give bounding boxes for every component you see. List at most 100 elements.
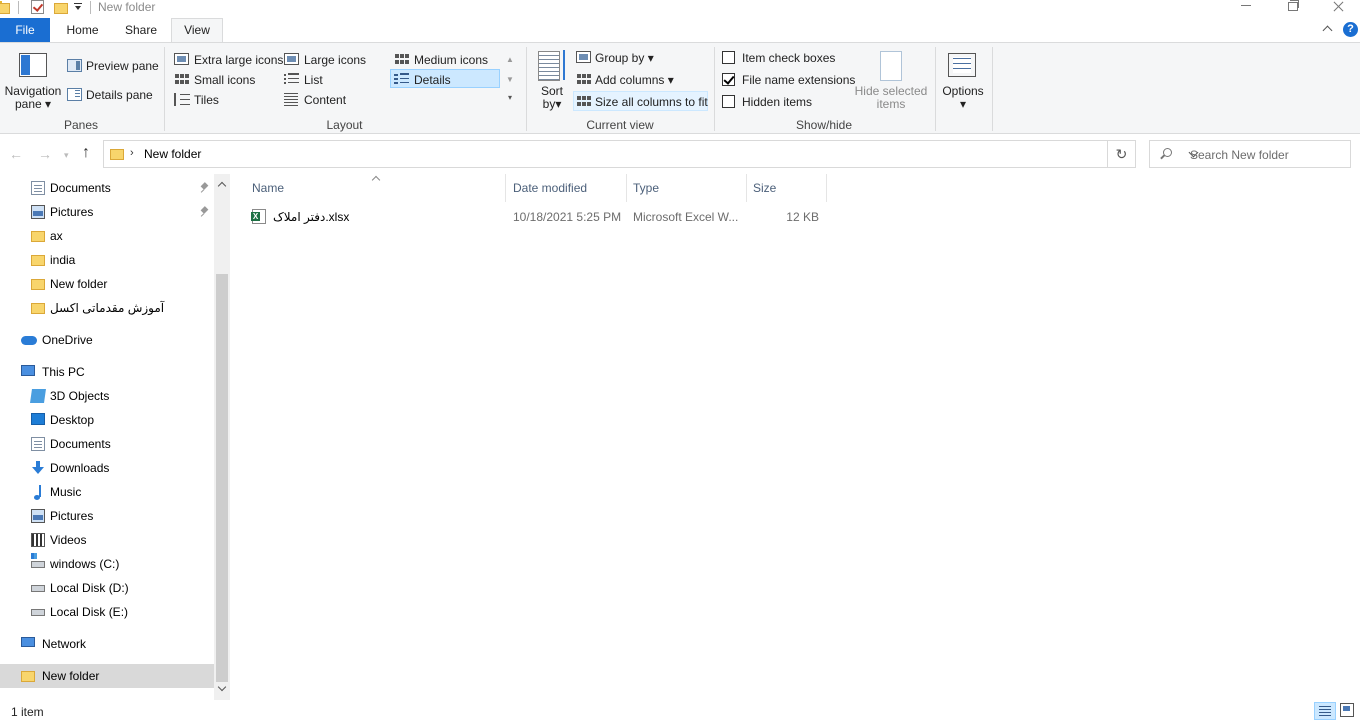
group-by-button[interactable]: Group by ▾ bbox=[595, 51, 654, 65]
music-icon bbox=[31, 485, 45, 500]
recent-locations-chevron-icon[interactable]: ▾ bbox=[64, 150, 69, 161]
file-name-extensions-checkbox[interactable] bbox=[722, 73, 735, 86]
nav-item-current-folder[interactable]: New folder bbox=[0, 664, 214, 688]
tab-home[interactable]: Home bbox=[55, 18, 110, 42]
layout-large-icons[interactable]: Large icons bbox=[304, 53, 366, 67]
hide-selected-items-button[interactable]: Hide selected items bbox=[852, 85, 930, 111]
address-row: ← → ▾ ↑ › New folder ↻ Search New folder bbox=[0, 134, 1360, 174]
large-icons-view-button[interactable] bbox=[1340, 703, 1354, 717]
nav-item-label: New folder bbox=[50, 277, 108, 291]
layout-extra-large-icons[interactable]: Extra large icons bbox=[194, 53, 283, 67]
nav-item-label: Music bbox=[50, 485, 82, 499]
breadcrumb-current[interactable]: New folder bbox=[144, 147, 201, 161]
videos-icon bbox=[31, 533, 45, 547]
nav-item-local-disk-e[interactable]: Local Disk (E:) bbox=[0, 600, 214, 624]
preview-pane-button[interactable]: Preview pane bbox=[86, 59, 159, 73]
minimize-ribbon-icon[interactable] bbox=[1322, 23, 1334, 35]
layout-small-icons[interactable]: Small icons bbox=[194, 73, 255, 87]
nav-item-ax[interactable]: ax bbox=[0, 224, 214, 248]
drive-icon bbox=[31, 585, 45, 592]
navigation-scrollbar[interactable] bbox=[214, 174, 230, 700]
nav-item-network[interactable]: Network bbox=[0, 632, 214, 656]
layout-medium-icons[interactable]: Medium icons bbox=[414, 53, 488, 67]
sort-by-icon[interactable] bbox=[538, 50, 565, 81]
back-arrow-icon[interactable]: ← bbox=[9, 146, 23, 162]
column-header-date-modified[interactable]: Date modified bbox=[507, 174, 627, 202]
nav-item-label: Network bbox=[42, 637, 87, 651]
details-view-button[interactable] bbox=[1314, 702, 1336, 720]
restore-button[interactable] bbox=[1270, 0, 1316, 14]
tab-share[interactable]: Share bbox=[115, 18, 167, 42]
scroll-up-icon[interactable] bbox=[218, 180, 226, 188]
nav-item-desktop[interactable]: Desktop bbox=[0, 408, 214, 432]
size-all-columns-button[interactable]: Size all columns to fit bbox=[595, 95, 708, 109]
layout-content[interactable]: Content bbox=[304, 93, 346, 107]
title-bar: New folder bbox=[0, 0, 1360, 18]
nav-item-local-disk-d[interactable]: Local Disk (D:) bbox=[0, 576, 214, 600]
nav-item-downloads[interactable]: Downloads bbox=[0, 456, 214, 480]
layout-list[interactable]: List bbox=[304, 73, 323, 87]
nav-item-label: Documents bbox=[50, 181, 111, 195]
layout-details[interactable]: Details bbox=[414, 73, 451, 87]
nav-item-pictures[interactable]: Pictures bbox=[0, 504, 214, 528]
nav-item-3d-objects[interactable]: 3D Objects bbox=[0, 384, 214, 408]
sort-by-label-line2: by▾ bbox=[542, 97, 562, 111]
nav-item-videos[interactable]: Videos bbox=[0, 528, 214, 552]
address-bar[interactable]: › New folder bbox=[103, 140, 1108, 168]
customize-quick-access-dropdown-icon[interactable] bbox=[74, 3, 82, 11]
scrollbar-thumb[interactable] bbox=[216, 274, 228, 682]
options-icon[interactable] bbox=[948, 53, 976, 77]
layout-scroll-down-icon[interactable]: ▼ bbox=[505, 76, 515, 84]
minimize-button[interactable] bbox=[1224, 0, 1270, 14]
navigation-pane-icon[interactable] bbox=[19, 53, 47, 77]
small-icons-icon bbox=[174, 73, 189, 86]
nav-item-india[interactable]: india bbox=[0, 248, 214, 272]
file-row[interactable]: دفتر املاک.xlsx 10/18/2021 5:25 PM Micro… bbox=[246, 206, 828, 228]
add-columns-button[interactable]: Add columns ▾ bbox=[595, 73, 674, 87]
nav-item-onedrive[interactable]: OneDrive bbox=[0, 328, 214, 352]
layout-tiles[interactable]: Tiles bbox=[194, 93, 219, 107]
options-button[interactable]: Options ▾ bbox=[938, 85, 988, 111]
layout-scroll-up-icon[interactable]: ▲ bbox=[505, 56, 515, 64]
details-pane-button[interactable]: Details pane bbox=[86, 88, 153, 102]
folder-icon bbox=[31, 301, 45, 315]
nav-item-documents-pinned[interactable]: Documents bbox=[0, 176, 214, 200]
pin-icon[interactable] bbox=[201, 183, 209, 192]
properties-quick-access-icon[interactable] bbox=[31, 0, 44, 14]
item-count: 1 item bbox=[11, 705, 44, 719]
new-folder-quick-access-icon[interactable] bbox=[54, 1, 68, 14]
nav-item-pictures-pinned[interactable]: Pictures bbox=[0, 200, 214, 224]
pin-icon[interactable] bbox=[201, 207, 209, 216]
nav-item-documents[interactable]: Documents bbox=[0, 432, 214, 456]
refresh-button[interactable]: ↻ bbox=[1108, 140, 1136, 168]
hidden-items-label[interactable]: Hidden items bbox=[742, 95, 812, 109]
divider bbox=[714, 47, 715, 131]
file-name-extensions-label[interactable]: File name extensions bbox=[742, 73, 855, 87]
hidden-items-checkbox[interactable] bbox=[722, 95, 735, 108]
scroll-down-icon[interactable] bbox=[218, 684, 226, 692]
file-name[interactable]: دفتر املاک.xlsx bbox=[273, 210, 503, 224]
close-button[interactable] bbox=[1316, 0, 1360, 14]
nav-item-excel-tutorial-folder[interactable]: آموزش مقدماتی اکسل bbox=[0, 296, 214, 320]
nav-item-label: Pictures bbox=[50, 509, 94, 523]
forward-arrow-icon[interactable]: → bbox=[38, 146, 52, 162]
windows-drive-icon bbox=[31, 553, 45, 568]
tab-file[interactable]: File bbox=[0, 18, 50, 42]
breadcrumb-chevron-icon[interactable]: › bbox=[130, 147, 134, 159]
column-header-type[interactable]: Type bbox=[627, 174, 747, 202]
nav-item-windows-c[interactable]: windows (C:) bbox=[0, 552, 214, 576]
nav-item-new-folder[interactable]: New folder bbox=[0, 272, 214, 296]
group-label-panes: Panes bbox=[63, 118, 99, 132]
up-arrow-icon[interactable]: ↑ bbox=[82, 144, 90, 162]
nav-item-music[interactable]: Music bbox=[0, 480, 214, 504]
column-header-size[interactable]: Size bbox=[747, 174, 827, 202]
item-check-boxes-label[interactable]: Item check boxes bbox=[742, 51, 835, 65]
nav-item-this-pc[interactable]: This PC bbox=[0, 360, 214, 384]
navigation-pane-button[interactable]: Navigation pane ▾ bbox=[4, 85, 62, 111]
layout-expand-icon[interactable]: ▾ bbox=[505, 94, 515, 102]
item-check-boxes-checkbox[interactable] bbox=[722, 51, 735, 64]
sort-by-button[interactable]: Sort by▾ bbox=[534, 85, 570, 111]
tab-view[interactable]: View bbox=[171, 18, 223, 43]
search-input[interactable]: Search New folder bbox=[1149, 140, 1351, 168]
help-icon[interactable]: ? bbox=[1343, 22, 1358, 37]
